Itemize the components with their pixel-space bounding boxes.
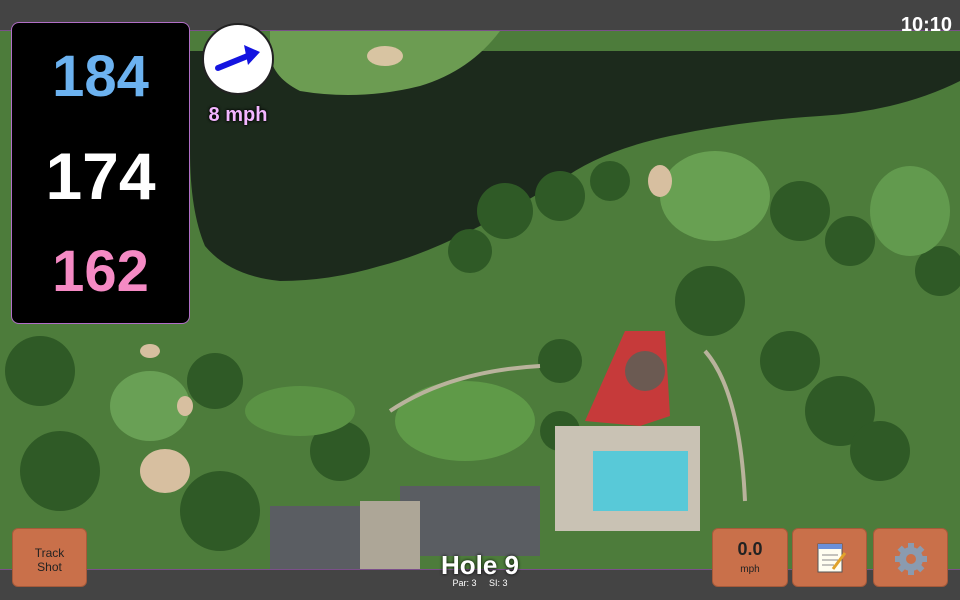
track-shot-label: Track Shot <box>34 546 65 574</box>
front-yardage: 162 <box>52 239 149 304</box>
wind-direction-indicator <box>202 23 274 95</box>
hole-info: Par: 3 SI: 3 <box>380 578 580 588</box>
yardage-panel: 184 174 162 <box>11 22 190 324</box>
hole-stroke-index: SI: 3 <box>489 578 508 588</box>
speed-value: 0.0 <box>737 539 763 559</box>
track-shot-button[interactable]: Track Shot <box>12 528 87 587</box>
wind-speed: 8 mph <box>208 104 268 126</box>
back-yardage: 184 <box>52 44 149 109</box>
hole-title: Hole 9 <box>440 550 520 580</box>
clock: 10:10 <box>900 14 952 36</box>
notes-button[interactable] <box>792 528 867 587</box>
hole-par: Par: 3 <box>452 578 477 588</box>
speed-unit: mph <box>740 564 760 575</box>
speed-button[interactable]: 0.0 mph <box>712 528 788 587</box>
notepad-icon <box>817 543 847 573</box>
wind-arrow-icon <box>215 45 260 71</box>
settings-button[interactable] <box>873 528 948 587</box>
center-yardage: 174 <box>45 139 156 213</box>
gear-icon <box>895 543 927 575</box>
